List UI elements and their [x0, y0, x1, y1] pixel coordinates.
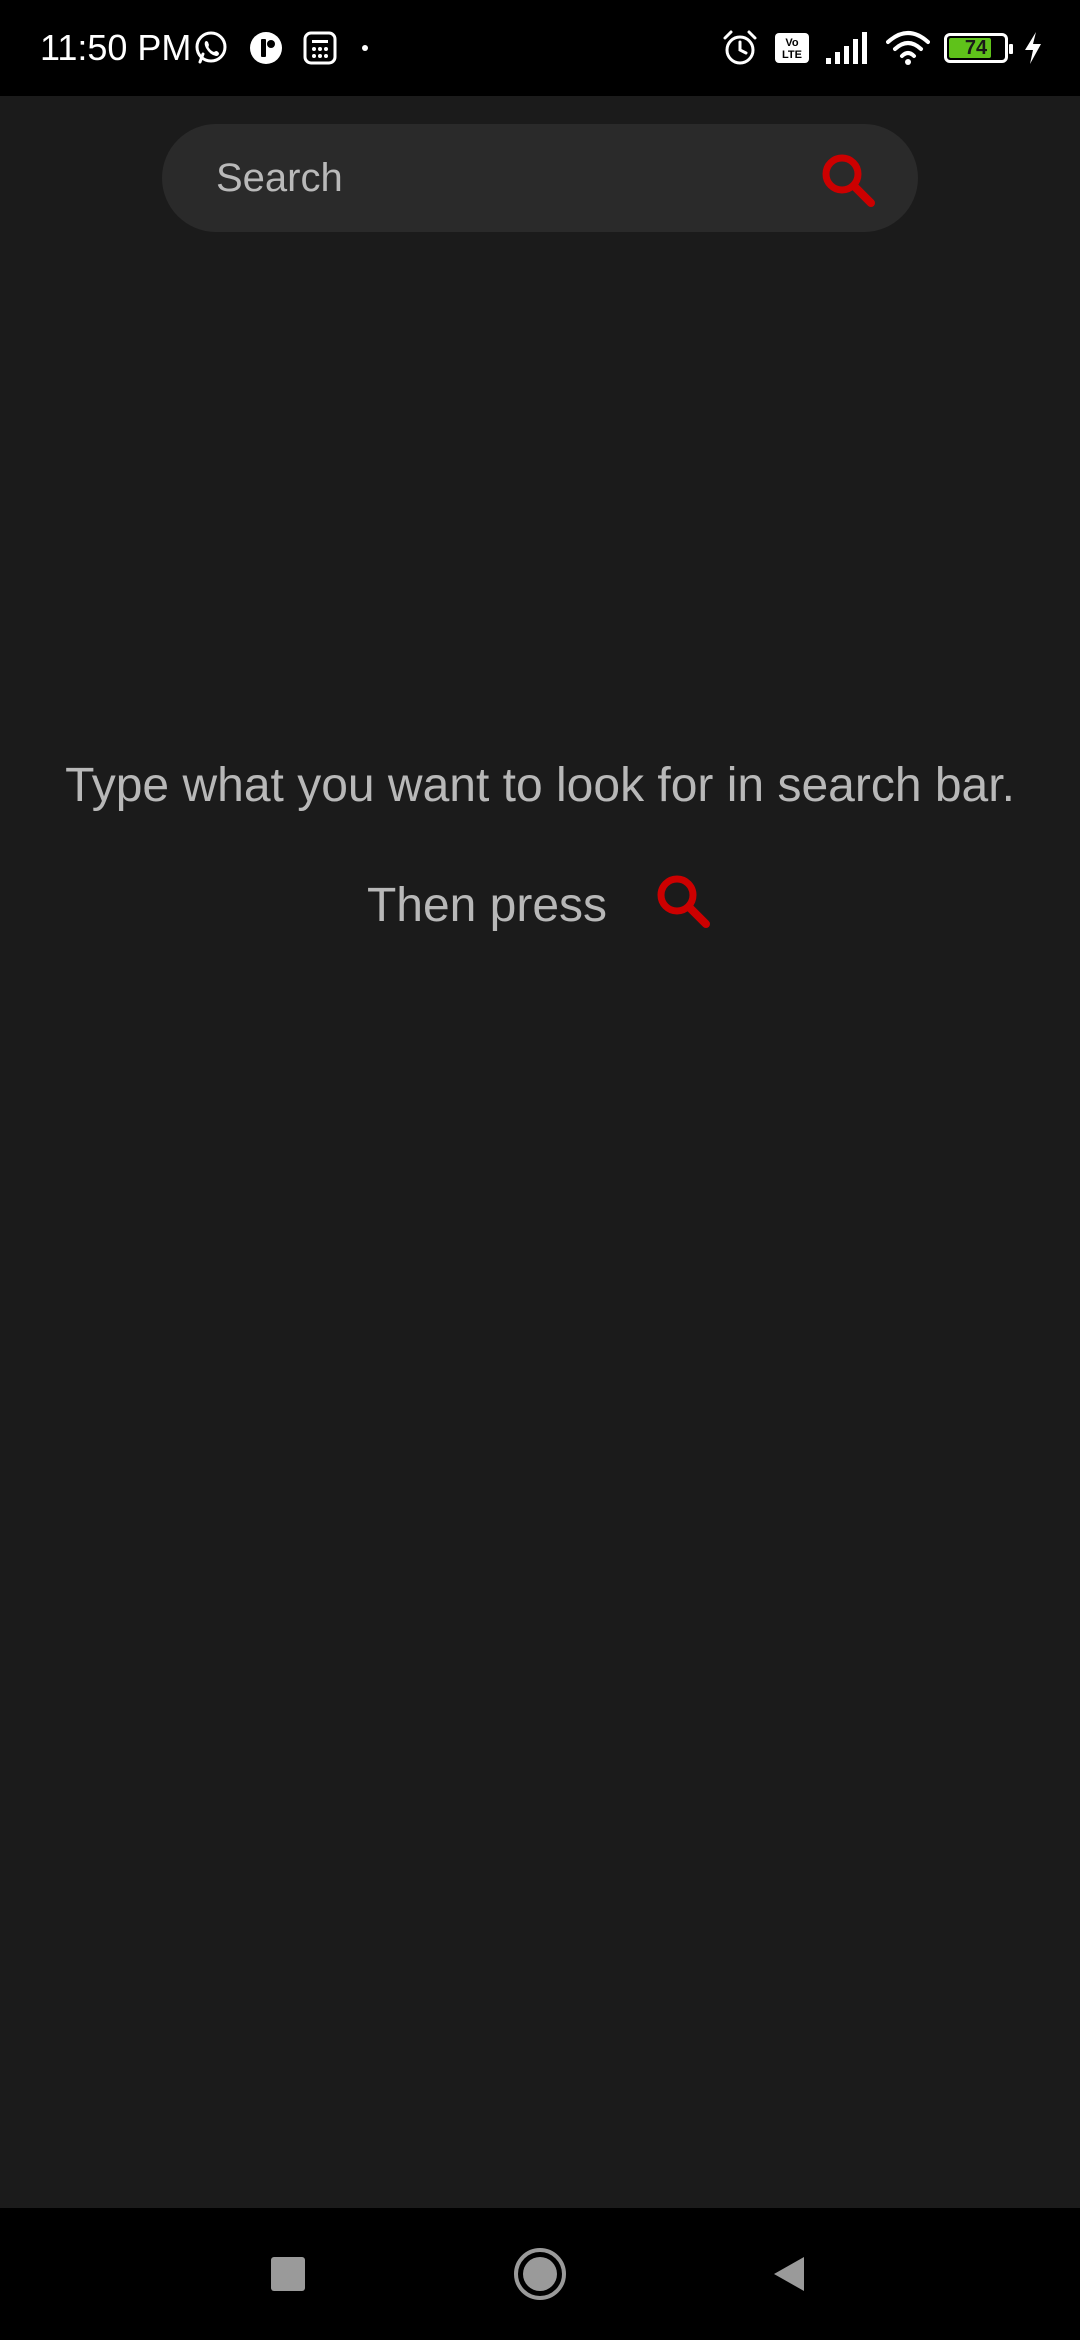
hint-text-line1: Type what you want to look for in search…: [65, 759, 1015, 812]
status-notification-icons: [192, 28, 368, 68]
back-icon: [774, 2257, 804, 2291]
calculator-icon: [302, 30, 338, 66]
whatsapp-icon: [192, 29, 230, 67]
navigation-bar: [0, 2208, 1080, 2340]
app-notification-icon: [248, 30, 284, 66]
home-button[interactable]: [510, 2244, 570, 2304]
battery-icon: 74: [944, 33, 1013, 63]
battery-level: 74: [964, 37, 988, 59]
wifi-icon: [886, 30, 930, 66]
alarm-icon: [720, 28, 760, 68]
svg-text:LTE: LTE: [782, 49, 802, 61]
search-icon: [822, 154, 875, 207]
hint-text-line2: Then press: [0, 875, 1080, 936]
hint-then-press: Then press: [366, 879, 608, 932]
svg-text:Vo: Vo: [785, 37, 799, 49]
search-input[interactable]: [216, 124, 756, 232]
status-system-icons: Vo LTE 74: [720, 26, 1044, 70]
search-bar: [162, 124, 918, 232]
back-button[interactable]: [760, 2244, 820, 2304]
volte-icon: Vo LTE: [774, 32, 810, 64]
status-time: 11:50 PM: [40, 27, 192, 68]
search-button[interactable]: [818, 150, 878, 210]
more-notifications-dot: [362, 45, 368, 51]
status-bar: 11:50 PM Vo LTE 74: [0, 0, 1080, 96]
recents-icon: [271, 2257, 305, 2291]
charging-icon: [1022, 30, 1044, 66]
signal-icon: [824, 30, 872, 66]
home-icon: [514, 2248, 566, 2300]
search-icon: [657, 875, 711, 928]
recents-button[interactable]: [258, 2244, 318, 2304]
